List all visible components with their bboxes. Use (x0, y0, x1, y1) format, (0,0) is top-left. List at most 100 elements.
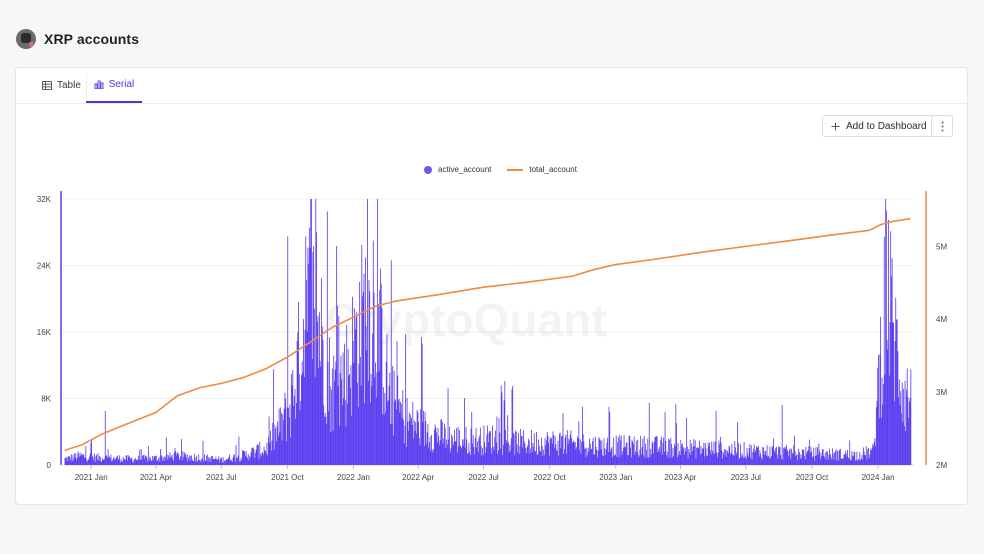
active-account-bar (822, 449, 824, 465)
active-account-bar (336, 305, 338, 465)
active-account-bar (245, 450, 247, 465)
active-account-bar (116, 456, 118, 465)
active-account-bar (588, 451, 590, 465)
active-account-bar (126, 454, 128, 465)
active-account-bar (331, 368, 333, 465)
active-account-bar (551, 437, 552, 465)
active-account-bar (179, 457, 181, 465)
active-account-bar (302, 372, 304, 465)
active-account-bar (406, 397, 408, 465)
active-account-bar (102, 459, 104, 465)
active-account-bar (847, 449, 848, 465)
active-account-bar (597, 457, 598, 465)
active-account-bar (329, 337, 330, 465)
active-account-bar (832, 448, 833, 465)
active-account-bar (534, 451, 536, 465)
active-account-bar (529, 453, 531, 465)
active-account-bar (689, 452, 690, 465)
active-account-bar (96, 454, 98, 465)
active-account-bar (82, 454, 84, 465)
active-account-bar (690, 454, 692, 465)
active-account-bar (321, 326, 323, 465)
active-account-bar (773, 438, 774, 465)
active-account-bar (150, 458, 151, 465)
active-account-bar (472, 435, 474, 465)
active-account-bar (486, 434, 488, 465)
active-account-bar (137, 460, 138, 465)
active-account-bar (729, 447, 731, 465)
active-account-bar (509, 444, 511, 465)
active-account-bar (724, 449, 726, 465)
active-account-bar (393, 370, 395, 465)
active-account-bar (663, 437, 665, 465)
active-account-bar (795, 456, 797, 465)
active-account-bar (719, 436, 721, 465)
active-account-bar (737, 421, 739, 465)
active-account-bar (221, 457, 223, 465)
active-account-bar (208, 457, 210, 465)
active-account-bar (864, 455, 866, 465)
active-account-bar (878, 418, 880, 465)
active-account-bar (482, 447, 483, 465)
active-account-bar (470, 428, 472, 465)
active-account-bar (133, 459, 135, 465)
active-account-bar (283, 420, 284, 465)
active-account-bar (654, 436, 656, 465)
active-account-bar (348, 375, 350, 465)
active-account-bar (893, 401, 895, 465)
active-account-bar (104, 410, 106, 465)
active-account-bar (168, 455, 169, 465)
active-account-bar (561, 435, 563, 465)
active-account-bar (211, 455, 213, 465)
active-account-bar (694, 440, 696, 465)
active-account-bar (897, 351, 899, 465)
active-account-bar (274, 424, 276, 465)
page-header: XRP accounts (16, 29, 139, 49)
active-account-bar (862, 459, 864, 465)
active-account-bar (315, 199, 317, 465)
active-account-bar (296, 340, 298, 465)
active-account-bar (623, 434, 625, 465)
active-account-bar (675, 404, 677, 465)
active-account-bar (687, 458, 689, 465)
active-account-bar (241, 459, 243, 465)
active-account-bar (738, 458, 740, 465)
active-account-bar (678, 454, 680, 465)
active-account-bar (80, 455, 82, 465)
active-account-bar (653, 453, 654, 465)
active-account-bar (899, 404, 901, 465)
active-account-bar (512, 386, 514, 465)
active-account-bar (648, 402, 650, 465)
active-account-bar (559, 433, 560, 465)
active-account-bar (410, 414, 412, 465)
active-account-bar (875, 407, 877, 465)
active-account-bar (787, 451, 789, 465)
active-account-bar (398, 398, 400, 465)
active-account-bar (444, 423, 445, 465)
active-account-bar (93, 460, 95, 465)
active-account-bar (255, 449, 257, 465)
active-account-bar (852, 456, 854, 465)
active-account-bar (340, 355, 342, 465)
active-account-bar (775, 447, 777, 465)
active-account-bar (399, 412, 401, 465)
active-account-bar (730, 452, 732, 465)
active-account-bar (618, 457, 620, 465)
active-account-bar (157, 460, 159, 465)
y-right-tick-label: 3M (936, 388, 947, 397)
active-account-bar (578, 421, 580, 465)
y-right-tick-label: 5M (936, 242, 947, 251)
active-account-bar (582, 406, 583, 465)
active-account-bar (352, 296, 353, 465)
active-account-bar (364, 403, 366, 465)
active-account-bar (558, 455, 560, 465)
active-account-bar (521, 435, 523, 465)
active-account-bar (891, 258, 893, 465)
active-account-bar (526, 447, 528, 465)
active-account-bar (200, 461, 202, 465)
active-account-bar (532, 443, 534, 465)
active-account-bar (587, 447, 589, 465)
active-account-bar (720, 442, 722, 465)
active-account-bar (480, 445, 482, 465)
active-account-bar (612, 437, 614, 465)
